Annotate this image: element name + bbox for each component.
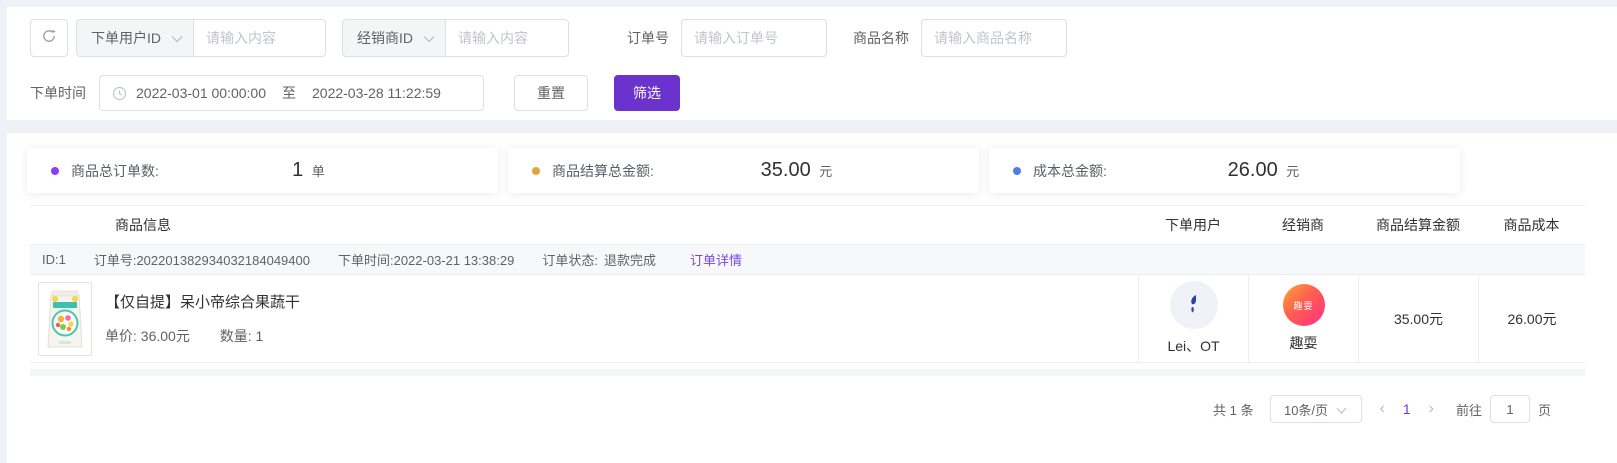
filter-row-2: 下单时间 2022-03-01 00:00:00 至 2022-03-28 11… (30, 75, 680, 111)
goto-label: 前往 (1456, 400, 1482, 419)
current-page[interactable]: 1 (1403, 401, 1411, 417)
start-date-value[interactable]: 2022-03-01 00:00:00 (136, 85, 266, 101)
product-text: 【仅自提】呆小帝综合果蔬干 单价: 36.00元 数量: 1 (105, 291, 300, 346)
order-no: 订单号:202201382934032184049400 (94, 250, 310, 269)
buyer-name: Lei、OT (1167, 336, 1219, 356)
user-id-select[interactable]: 下单用户ID (76, 19, 194, 57)
stat-card-settle-total: 商品结算总金额: 35.00 元 (508, 148, 979, 193)
filter-button[interactable]: 筛选 (614, 75, 680, 111)
order-status-label: 订单状态: (542, 253, 598, 268)
refresh-button[interactable] (30, 19, 68, 57)
pagination-total: 共 1 条 (1213, 400, 1253, 419)
settle-amount-cell: 35.00元 (1358, 275, 1478, 362)
cost-amount-cell: 26.00元 (1478, 275, 1585, 362)
filter-row-1: 下单用户ID 经销商ID 订单号 商品名称 (30, 19, 1067, 57)
stat-unit: 元 (819, 164, 832, 179)
order-time: 下单时间:2022-03-21 13:38:29 (338, 250, 514, 269)
end-date-value[interactable]: 2022-03-28 11:22:59 (312, 85, 441, 101)
dealer-cell: 趣耍 趣耍 (1248, 275, 1358, 362)
table-bottom-strip (30, 369, 1585, 376)
qty-value: 1 (256, 328, 264, 344)
stat-label: 成本总金额: (1033, 161, 1107, 181)
chevron-down-icon (1336, 402, 1347, 417)
dealer-id-input[interactable] (445, 19, 569, 57)
order-table: 商品信息 下单用户 经销商 商品结算金额 商品成本 ID:1 订单号:20220… (30, 205, 1585, 376)
dealer-id-select-label: 经销商ID (357, 28, 413, 48)
order-no-label: 订单号 (627, 28, 669, 48)
qty-label: 数量: (220, 328, 252, 344)
product-name-label: 商品名称 (853, 28, 909, 48)
stat-card-cost-total: 成本总金额: 26.00 元 (989, 148, 1460, 193)
header-buyer: 下单用户 (1138, 215, 1248, 235)
header-cost: 商品成本 (1478, 215, 1585, 235)
stat-value: 1 (292, 159, 303, 181)
dealer-avatar-text: 趣耍 (1293, 299, 1313, 312)
page-size-select[interactable]: 10条/页 (1270, 395, 1362, 423)
order-meta-row: ID:1 订单号:202201382934032184049400 下单时间:2… (30, 245, 1585, 275)
clock-icon (112, 86, 127, 101)
refresh-icon (40, 27, 58, 50)
order-id: ID:1 (42, 252, 66, 267)
blue-dot-icon (1013, 167, 1021, 175)
goto-page-input[interactable] (1490, 395, 1530, 423)
chevron-down-icon (171, 30, 183, 46)
stat-value-wrap: 1 单 (159, 159, 458, 182)
header-settle-amount: 商品结算金额 (1358, 215, 1478, 235)
page-unit-label: 页 (1538, 400, 1551, 419)
reset-button[interactable]: 重置 (514, 75, 588, 111)
prev-page-icon[interactable]: ‹ (1380, 401, 1385, 417)
order-time-range-picker[interactable]: 2022-03-01 00:00:00 至 2022-03-28 11:22:5… (99, 75, 484, 111)
stat-value: 35.00 (761, 159, 811, 181)
stat-value-wrap: 35.00 元 (654, 159, 939, 182)
filter-panel: 下单用户ID 经销商ID 订单号 商品名称 下单时间 (7, 7, 1617, 120)
order-time-label: 下单时间 (30, 83, 86, 103)
stat-unit: 元 (1286, 164, 1299, 179)
orange-dot-icon (532, 167, 540, 175)
stat-value-wrap: 26.00 元 (1107, 159, 1420, 182)
stat-cards: 商品总订单数: 1 单 商品结算总金额: 35.00 元 成本总金额: 26.0… (27, 148, 1460, 193)
dealer-id-filter-group: 经销商ID (342, 19, 569, 57)
order-no-input[interactable] (681, 19, 827, 57)
product-name-input[interactable] (921, 19, 1067, 57)
date-separator: 至 (282, 83, 296, 103)
header-product-info: 商品信息 (30, 215, 1138, 235)
order-status-value: 退款完成 (604, 253, 656, 268)
product-image[interactable] (38, 282, 92, 356)
order-status: 订单状态: 退款完成 (542, 250, 662, 269)
table-row: 【仅自提】呆小帝综合果蔬干 单价: 36.00元 数量: 1 L (30, 275, 1585, 363)
user-id-filter-group: 下单用户ID (76, 19, 326, 57)
next-page-icon[interactable]: › (1429, 401, 1434, 417)
buyer-cell: Lei、OT (1138, 275, 1248, 362)
product-title: 【仅自提】呆小帝综合果蔬干 (105, 291, 300, 312)
price-value: 36.00元 (141, 328, 190, 344)
dealer-avatar[interactable]: 趣耍 (1283, 284, 1325, 326)
user-id-input[interactable] (193, 19, 326, 57)
stat-label: 商品总订单数: (71, 161, 159, 181)
chevron-down-icon (423, 30, 435, 46)
dealer-id-select[interactable]: 经销商ID (342, 19, 446, 57)
stat-value: 26.00 (1228, 159, 1278, 181)
stat-unit: 单 (312, 164, 325, 179)
stat-card-order-count: 商品总订单数: 1 单 (27, 148, 498, 193)
user-id-select-label: 下单用户ID (91, 28, 161, 48)
pagination: 共 1 条 10条/页 ‹ 1 › 前往 页 (1213, 395, 1551, 423)
stat-label: 商品结算总金额: (552, 161, 654, 181)
purple-dot-icon (51, 167, 59, 175)
buyer-avatar[interactable] (1170, 281, 1218, 329)
dealer-name: 趣耍 (1290, 333, 1318, 353)
content-panel: 商品总订单数: 1 单 商品结算总金额: 35.00 元 成本总金额: 26.0… (7, 133, 1617, 463)
product-subline: 单价: 36.00元 数量: 1 (105, 326, 300, 346)
table-header-row: 商品信息 下单用户 经销商 商品结算金额 商品成本 (30, 205, 1585, 245)
header-dealer: 经销商 (1248, 215, 1358, 235)
page-size-value: 10条/页 (1284, 400, 1328, 419)
order-detail-link[interactable]: 订单详情 (690, 250, 742, 269)
price-label: 单价: (105, 328, 137, 344)
product-info-cell: 【仅自提】呆小帝综合果蔬干 单价: 36.00元 数量: 1 (30, 275, 1138, 362)
